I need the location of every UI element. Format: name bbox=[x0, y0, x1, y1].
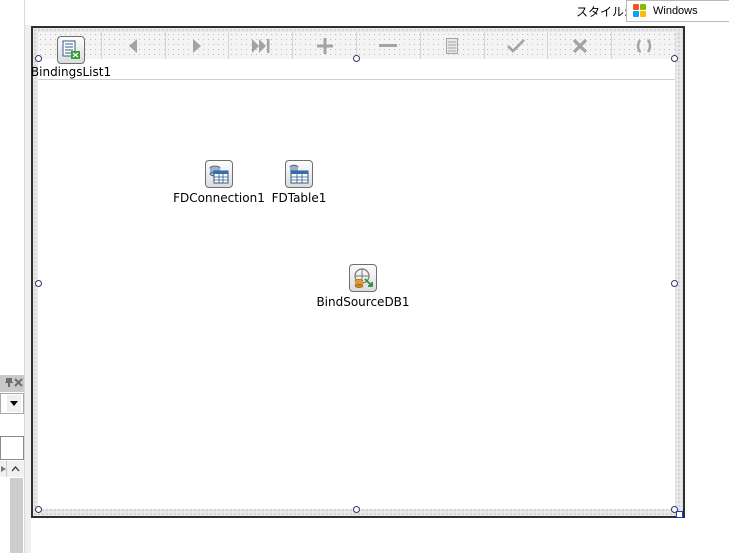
column-handle[interactable] bbox=[0, 461, 7, 477]
plus-icon bbox=[316, 37, 333, 54]
nav-refresh-button[interactable] bbox=[612, 32, 675, 59]
form-canvas[interactable]: BindingsList1 FDConnection1 FDTable1 Bin… bbox=[31, 32, 675, 509]
checkmark-icon bbox=[507, 38, 525, 53]
nav-delete-button[interactable] bbox=[356, 32, 421, 59]
component-fd-table[interactable]: FDTable1 bbox=[271, 160, 327, 205]
component-bindings-list[interactable]: BindingsList1 bbox=[31, 36, 111, 79]
panel-scrollbar-thumb[interactable] bbox=[10, 478, 23, 553]
resize-handle-top-left[interactable] bbox=[35, 55, 42, 62]
chevron-down-icon[interactable] bbox=[7, 395, 21, 412]
triangle-left-icon bbox=[129, 38, 138, 53]
component-bind-source[interactable]: BindSourceDB1 bbox=[316, 264, 410, 309]
nav-next-button[interactable] bbox=[165, 32, 230, 59]
fd-connection-icon bbox=[205, 160, 233, 188]
style-combobox[interactable]: Windows bbox=[626, 0, 729, 22]
nav-last-button[interactable] bbox=[229, 32, 294, 59]
resize-handle-right[interactable] bbox=[671, 280, 678, 287]
form-size-grip[interactable] bbox=[676, 511, 683, 518]
resize-handle-top-right[interactable] bbox=[671, 55, 678, 62]
nav-prior-button[interactable] bbox=[101, 32, 166, 59]
document-icon bbox=[446, 37, 459, 54]
form-designer[interactable]: BindingsList1 FDConnection1 FDTable1 Bin… bbox=[31, 26, 685, 518]
nav-insert-button[interactable] bbox=[293, 32, 357, 59]
resize-handle-bottom[interactable] bbox=[353, 506, 360, 513]
nav-edit-button[interactable] bbox=[420, 32, 485, 59]
bind-source-icon bbox=[349, 264, 377, 292]
style-value: Windows bbox=[653, 5, 698, 17]
refresh-icon bbox=[636, 38, 651, 53]
ide-designer-window: スタイル: Windows BindingsList1 FDConnection… bbox=[0, 0, 729, 553]
pin-icon[interactable] bbox=[5, 377, 13, 390]
nav-post-button[interactable] bbox=[484, 32, 549, 59]
resize-handle-left[interactable] bbox=[35, 280, 42, 287]
panel-scroll-header bbox=[0, 461, 24, 477]
panel-header bbox=[0, 375, 24, 392]
resize-handle-top[interactable] bbox=[353, 55, 360, 62]
bindings-list-icon bbox=[57, 36, 85, 64]
skip-last-icon bbox=[251, 38, 270, 53]
resize-handle-bottom-left[interactable] bbox=[35, 506, 42, 513]
component-label: FDTable1 bbox=[271, 191, 327, 205]
fd-table-icon bbox=[285, 160, 313, 188]
style-label: スタイル: bbox=[576, 5, 629, 19]
component-fd-connection[interactable]: FDConnection1 bbox=[173, 160, 265, 205]
panel-dropdown[interactable] bbox=[0, 393, 24, 414]
nav-cancel-button[interactable] bbox=[548, 32, 613, 59]
x-icon bbox=[572, 38, 587, 53]
minus-icon bbox=[379, 43, 398, 47]
component-label: FDConnection1 bbox=[173, 191, 265, 205]
navigator-header-strip bbox=[38, 59, 675, 80]
triangle-right-icon bbox=[192, 38, 201, 53]
component-label: BindingsList1 bbox=[30, 65, 112, 79]
windows-flag-icon bbox=[633, 4, 647, 18]
scroll-up-icon[interactable] bbox=[7, 461, 24, 477]
close-icon[interactable] bbox=[14, 377, 23, 390]
panel-search-input[interactable] bbox=[0, 436, 24, 460]
component-label: BindSourceDB1 bbox=[316, 295, 410, 309]
